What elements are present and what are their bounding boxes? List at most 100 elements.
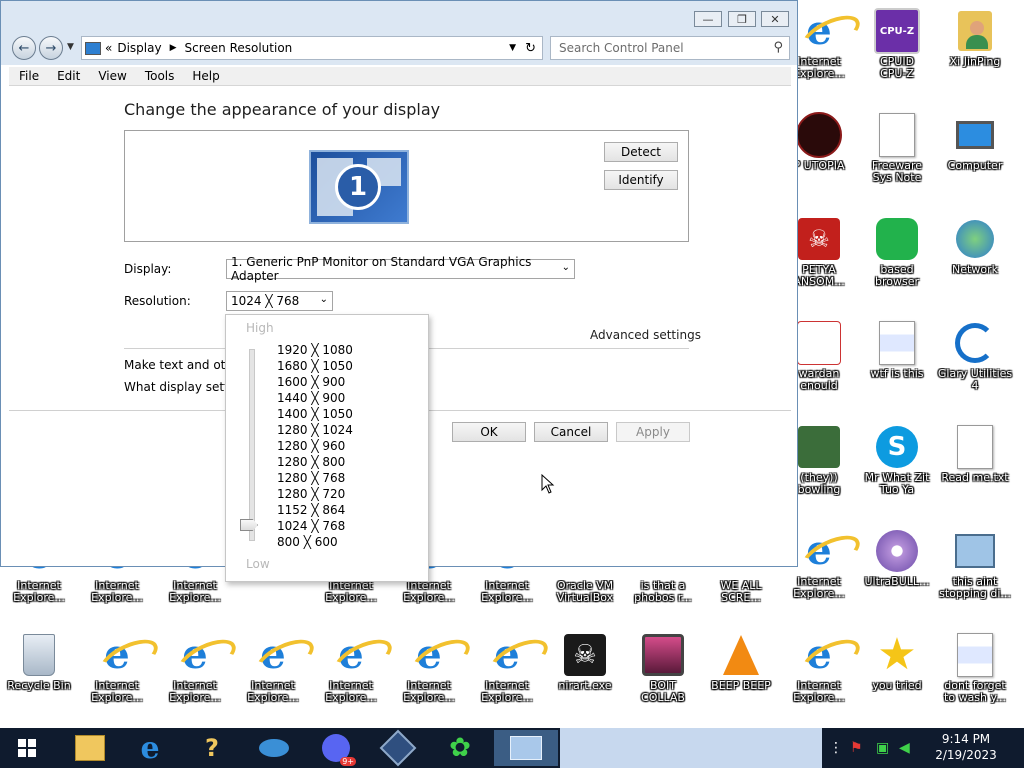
desktop-icon-network[interactable]: Network [936, 216, 1014, 276]
desktop-icon-dont-forget[interactable]: dont forget to wash y... [936, 632, 1014, 704]
menu-file[interactable]: File [9, 69, 47, 83]
taskbar-control-panel[interactable] [494, 730, 558, 766]
desktop-icon-beep[interactable]: BEEP BEEP [702, 632, 780, 692]
taskbar-empty-area[interactable] [560, 728, 822, 768]
text-size-link[interactable]: Make text and othe [124, 358, 240, 372]
taskbar-discord[interactable]: 9+ [308, 730, 364, 766]
internet-explorer-icon: e [494, 631, 520, 678]
desktop-icon-freeware[interactable]: Freeware Sys Note [858, 112, 936, 184]
refresh-icon[interactable]: ↻ [525, 41, 536, 56]
address-dropdown-icon[interactable]: ▼ [509, 43, 516, 53]
forward-button[interactable]: → [39, 36, 63, 60]
search-placeholder: Search Control Panel [559, 41, 684, 55]
high-label: High [246, 321, 274, 335]
taskbar-help[interactable]: ? [184, 730, 240, 766]
desktop-icon-skype[interactable]: S Mr What Zit Tuo Ya [858, 424, 936, 496]
desktop-icon-ie-9[interactable]: e Internet Explore... [78, 632, 156, 704]
desktop-icon-nirart[interactable]: ☠ nirart.exe [546, 632, 624, 692]
menu-view[interactable]: View [88, 69, 134, 83]
resolution-dropdown: High 1920 ╳ 1080 1680 ╳ 1050 1600 ╳ 900 … [225, 314, 429, 582]
resolution-option[interactable]: 1280 ╳ 800 [277, 455, 345, 469]
discord-notification-badge: 9+ [340, 757, 356, 766]
internet-explorer-icon: e [140, 730, 160, 766]
desktop-icon-ie-13[interactable]: e Internet Explore... [390, 632, 468, 704]
skype-icon: S [874, 424, 920, 470]
breadcrumb-screen-resolution[interactable]: Screen Resolution [185, 41, 293, 55]
desktop-icon-computer[interactable]: Computer [936, 112, 1014, 172]
breadcrumb-display[interactable]: Display [117, 41, 161, 55]
desktop-icon-xi-jinping[interactable]: Xi JinPing [936, 8, 1014, 68]
network-status-icon[interactable]: ▣ [876, 740, 889, 756]
restore-icon: ❐ [737, 12, 747, 26]
resolution-option[interactable]: 1600 ╳ 900 [277, 375, 345, 389]
display-settings-link[interactable]: What display settin [124, 380, 240, 394]
desktop-icon-ie-10[interactable]: e Internet Explore... [156, 632, 234, 704]
address-bar[interactable]: « Display ▶ Screen Resolution ▼ ↻ [81, 36, 543, 60]
display-select[interactable]: 1. Generic PnP Monitor on Standard VGA G… [226, 255, 575, 283]
resolution-option[interactable]: 1680 ╳ 1050 [277, 359, 353, 373]
overflow-icon[interactable]: ⋮ [829, 740, 843, 756]
desktop-icon-ie-15[interactable]: e Internet Explore... [780, 632, 858, 704]
internet-explorer-icon: e [806, 527, 832, 574]
breadcrumb-back: « [105, 41, 113, 55]
menu-tools[interactable]: Tools [135, 69, 183, 83]
glary-utilities-icon [952, 320, 998, 366]
desktop-icon-based-browser[interactable]: based browser [858, 216, 936, 288]
taskbar-fish-app[interactable] [246, 730, 302, 766]
menu-help[interactable]: Help [182, 69, 227, 83]
recent-pages-chevron-icon[interactable]: ▼ [67, 42, 74, 52]
detect-button[interactable]: Detect [604, 142, 678, 162]
desktop-icon-wtf[interactable]: wtf is this [858, 320, 936, 380]
resolution-select[interactable]: 1024 ╳ 768 ⌄ [226, 291, 333, 311]
identify-button[interactable]: Identify [604, 170, 678, 190]
monitor-1-icon[interactable]: 1 [309, 150, 409, 224]
desktop-icon-recycle-bin[interactable]: Recycle Bin [0, 632, 78, 692]
resolution-slider-track[interactable] [249, 349, 255, 541]
desktop-icon-boit-collab[interactable]: BOIT COLLAB [624, 632, 702, 704]
desktop-icon-glary[interactable]: Glary Utilities 4 [936, 320, 1014, 392]
taskbar-clover-app[interactable]: ✿ [432, 730, 488, 766]
search-icon: ⚲ [773, 40, 783, 55]
restore-button[interactable]: ❐ [728, 11, 756, 27]
apply-button[interactable]: Apply [616, 422, 690, 442]
taskbar-internet-explorer[interactable]: e [122, 730, 178, 766]
ok-button[interactable]: OK [452, 422, 526, 442]
taskbar-file-explorer[interactable] [62, 730, 118, 766]
desktop-icon-cpuz[interactable]: CPU-Z CPUID CPU-Z [858, 8, 936, 80]
desktop-icon-ie-14[interactable]: e Internet Explore... [468, 632, 546, 704]
desktop-icon-readme[interactable]: Read me.txt [936, 424, 1014, 484]
resolution-option[interactable]: 800 ╳ 600 [277, 535, 338, 549]
desktop-icon-setup[interactable]: this aint stopping di... [936, 528, 1014, 600]
resolution-option[interactable]: 1440 ╳ 900 [277, 391, 345, 405]
resolution-option[interactable]: 1920 ╳ 1080 [277, 343, 353, 357]
desktop-icon-ie-11[interactable]: e Internet Explore... [234, 632, 312, 704]
resolution-slider-thumb[interactable] [240, 519, 258, 531]
clock[interactable]: 9:14 PM 2/19/2023 [924, 731, 1008, 763]
advanced-settings-link[interactable]: Advanced settings [590, 328, 701, 342]
resolution-option-selected[interactable]: 1024 ╳ 768 [277, 519, 345, 533]
desktop-icon-ultrabull[interactable]: UltraBULL... [858, 528, 936, 588]
cancel-button[interactable]: Cancel [534, 422, 608, 442]
title-bar[interactable]: — ❐ ✕ [1, 1, 797, 31]
close-button[interactable]: ✕ [761, 11, 789, 27]
taskbar-virtualbox[interactable] [370, 729, 426, 767]
resolution-option[interactable]: 1280 ╳ 768 [277, 471, 345, 485]
resolution-option[interactable]: 1280 ╳ 960 [277, 439, 345, 453]
volume-icon[interactable]: ◀ [899, 740, 910, 756]
start-button[interactable] [0, 730, 54, 766]
menu-edit[interactable]: Edit [47, 69, 88, 83]
desktop-icon-you-tried[interactable]: ★ you tried [858, 632, 936, 692]
resolution-option[interactable]: 1280 ╳ 720 [277, 487, 345, 501]
search-input[interactable]: Search Control Panel ⚲ [550, 36, 790, 60]
internet-explorer-icon: e [806, 7, 832, 54]
desktop-icon-ie-12[interactable]: e Internet Explore... [312, 632, 390, 704]
resolution-option[interactable]: 1280 ╳ 1024 [277, 423, 353, 437]
resolution-option[interactable]: 1152 ╳ 864 [277, 503, 345, 517]
flag-icon[interactable]: ⚑ [850, 740, 863, 756]
back-button[interactable]: ← [12, 36, 36, 60]
text-file-icon [952, 424, 998, 470]
computer-icon [952, 112, 998, 158]
minimize-button[interactable]: — [694, 11, 722, 27]
resolution-option[interactable]: 1400 ╳ 1050 [277, 407, 353, 421]
low-label: Low [246, 557, 270, 571]
